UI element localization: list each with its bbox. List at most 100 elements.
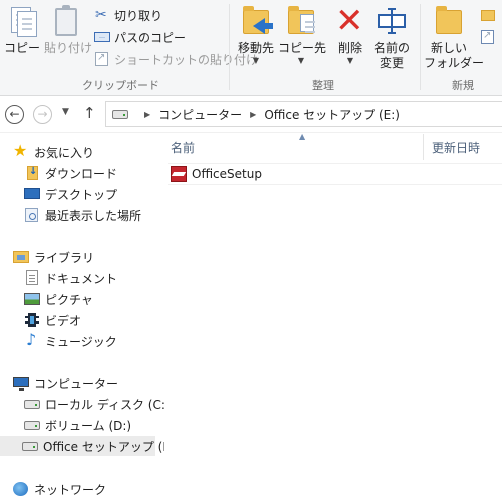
drive-icon xyxy=(24,396,40,412)
paste-shortcut-button[interactable]: ショートカットの貼り付け xyxy=(94,49,258,69)
new-item-icon xyxy=(480,7,496,23)
nav-libraries[interactable]: ライブラリ xyxy=(13,247,94,267)
dropdown-arrow-icon: ▼ xyxy=(346,56,354,65)
nav-item-label: ピクチャ xyxy=(45,292,93,307)
nav-item-drive-d[interactable]: ボリューム (D:) xyxy=(24,415,131,435)
rename-icon xyxy=(375,4,409,38)
drive-icon xyxy=(112,109,128,119)
chevron-down-icon: ▼ xyxy=(62,107,69,117)
rename-button[interactable]: 名前の 変更 xyxy=(372,4,412,71)
cut-button[interactable]: ✂ 切り取り xyxy=(94,5,162,25)
easy-access-button[interactable] xyxy=(480,27,500,47)
nav-item-label: ダウンロード xyxy=(45,166,118,181)
clipboard-icon xyxy=(49,4,83,38)
downloads-folder-icon xyxy=(24,165,40,181)
new-item-button[interactable] xyxy=(480,5,500,25)
forward-button[interactable]: → xyxy=(33,105,52,124)
copy-label: コピー xyxy=(4,41,41,55)
nav-favorites-label: お気に入り xyxy=(34,145,95,160)
dropdown-arrow-icon: ▼ xyxy=(252,56,260,65)
drive-icon xyxy=(22,438,38,454)
delete-button[interactable]: ✕ 削除 ▼ xyxy=(333,4,367,65)
nav-item-label: ドキュメント xyxy=(45,271,118,286)
group-divider xyxy=(420,4,421,90)
computer-icon xyxy=(13,375,29,391)
column-header-name[interactable]: 名前 ▲ xyxy=(171,132,423,160)
cut-label: 切り取り xyxy=(114,8,163,23)
navigation-pane: ★ お気に入り ダウンロード デスクトップ 最近表示した場所 ライブラリ ドキュ… xyxy=(0,134,174,502)
new-folder-icon xyxy=(432,4,466,38)
pictures-icon xyxy=(24,291,40,307)
music-note-icon: ♪ xyxy=(26,330,37,349)
nav-item-label: ローカル ディスク (C:) xyxy=(45,397,170,412)
nav-computer[interactable]: コンピューター xyxy=(13,373,118,393)
up-button[interactable]: ↑ xyxy=(83,104,96,122)
paste-button[interactable]: 貼り付け xyxy=(44,4,92,56)
forward-arrow-icon: → xyxy=(37,107,48,121)
up-arrow-icon: ↑ xyxy=(83,104,96,122)
nav-item-documents[interactable]: ドキュメント xyxy=(24,268,117,288)
copy-button[interactable]: コピー xyxy=(4,4,41,56)
copy-to-folder-icon xyxy=(284,4,318,38)
copy-path-button[interactable]: … パスのコピー xyxy=(94,27,186,47)
copy-icon xyxy=(4,4,38,38)
nav-item-recent-places[interactable]: 最近表示した場所 xyxy=(24,205,141,225)
file-name: OfficeSetup xyxy=(192,167,262,181)
address-bar: ← → ▼ ↑ ▶ コンピューター ▶ Office セットアップ (E:) xyxy=(0,97,502,133)
rename-label-line1: 名前の xyxy=(373,41,410,55)
nav-item-drive-e[interactable]: Office セットアップ (E: xyxy=(0,436,174,456)
chevron-right-icon[interactable]: ▶ xyxy=(144,110,150,119)
move-to-button[interactable]: 移動先 ▼ xyxy=(236,4,276,65)
copy-path-icon: … xyxy=(94,29,110,45)
nav-item-label: 最近表示した場所 xyxy=(45,208,142,223)
sort-ascending-icon: ▲ xyxy=(299,132,306,141)
group-divider xyxy=(229,4,230,90)
file-row[interactable]: OfficeSetup xyxy=(168,163,502,185)
new-folder-label-line1: 新しい xyxy=(430,41,467,55)
nav-item-desktop[interactable]: デスクトップ xyxy=(24,184,117,204)
column-divider[interactable] xyxy=(423,134,424,160)
breadcrumb-item-drive[interactable]: Office セットアップ (E:) xyxy=(264,106,400,123)
nav-item-downloads[interactable]: ダウンロード xyxy=(24,163,117,183)
nav-item-music[interactable]: ♪ ミュージック xyxy=(24,330,117,351)
nav-favorites[interactable]: ★ お気に入り xyxy=(13,142,94,162)
organize-group-label: 整理 xyxy=(312,79,334,92)
copy-path-label: パスのコピー xyxy=(114,30,187,45)
file-list: 名前 ▲ 更新日時 OfficeSetup xyxy=(164,132,502,502)
new-group-label: 新規 xyxy=(452,79,474,92)
nav-network[interactable]: ネットワーク xyxy=(13,479,106,499)
dropdown-arrow-icon: ▼ xyxy=(297,56,305,65)
easy-access-icon xyxy=(480,29,496,45)
move-to-folder-icon xyxy=(239,4,273,38)
recent-locations-dropdown[interactable]: ▼ xyxy=(62,107,69,117)
network-icon xyxy=(13,481,29,497)
documents-icon xyxy=(24,270,40,286)
desktop-icon xyxy=(24,186,40,202)
move-to-label: 移動先 xyxy=(237,41,274,55)
back-button[interactable]: ← xyxy=(5,105,24,124)
copy-to-button[interactable]: コピー先 ▼ xyxy=(278,4,327,65)
paste-shortcut-icon xyxy=(94,51,110,67)
breadcrumb-item-computer[interactable]: コンピューター xyxy=(158,106,242,123)
ribbon: コピー 貼り付け ✂ 切り取り … パスのコピー ショートカットの貼り付け クリ… xyxy=(0,0,502,96)
chevron-right-icon[interactable]: ▶ xyxy=(250,110,256,119)
nav-item-label: ビデオ xyxy=(45,313,82,328)
column-header-date-modified[interactable]: 更新日時 xyxy=(432,134,502,160)
nav-item-label: デスクトップ xyxy=(45,187,118,202)
nav-item-pictures[interactable]: ピクチャ xyxy=(24,289,93,309)
new-folder-label-line2: フォルダー xyxy=(424,56,485,70)
scissors-icon: ✂ xyxy=(95,7,107,23)
column-header-name-label: 名前 xyxy=(171,140,196,155)
office-setup-icon xyxy=(171,166,187,182)
copy-to-label: コピー先 xyxy=(278,41,327,55)
star-icon: ★ xyxy=(13,141,28,160)
nav-computer-label: コンピューター xyxy=(34,376,119,391)
breadcrumb[interactable]: ▶ コンピューター ▶ Office セットアップ (E:) xyxy=(105,101,502,127)
nav-item-drive-c[interactable]: ローカル ディスク (C:) xyxy=(24,394,170,414)
delete-label: 削除 xyxy=(337,41,362,55)
video-icon xyxy=(24,312,40,328)
recent-places-icon xyxy=(24,207,40,223)
new-folder-button[interactable]: 新しい フォルダー xyxy=(424,4,485,71)
delete-x-icon: ✕ xyxy=(335,1,364,41)
nav-item-videos[interactable]: ビデオ xyxy=(24,310,81,330)
